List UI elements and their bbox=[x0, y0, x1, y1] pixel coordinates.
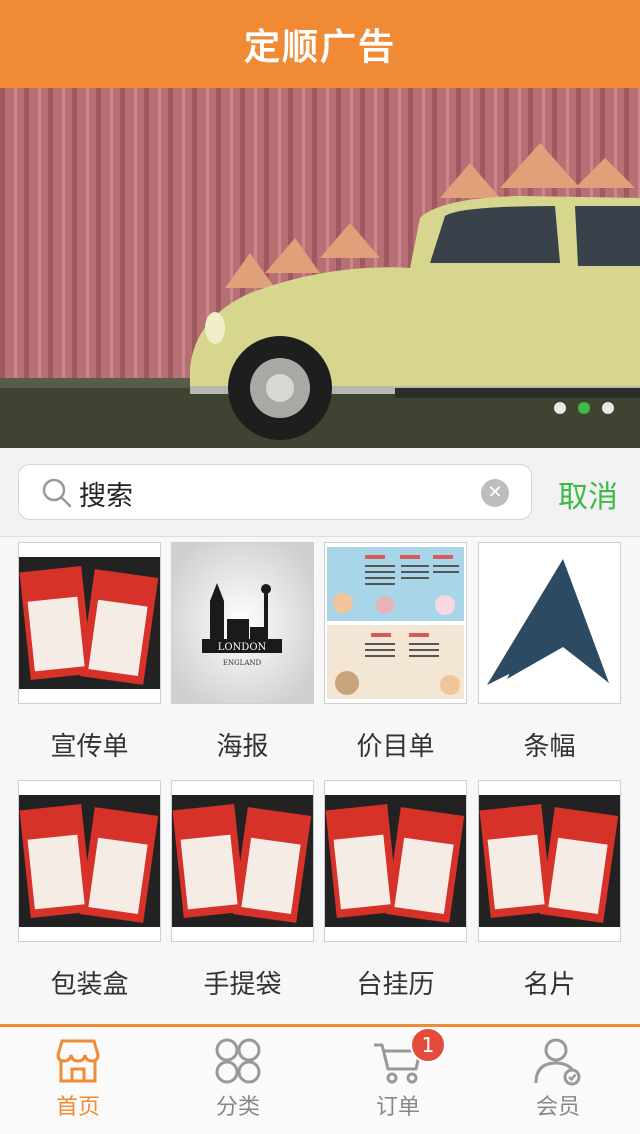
tab-member[interactable]: 会员 bbox=[508, 1035, 608, 1121]
carousel-dot[interactable] bbox=[602, 402, 614, 414]
carousel-dot[interactable] bbox=[554, 402, 566, 414]
category-label: 条幅 bbox=[523, 732, 576, 762]
flyer-thumbnail bbox=[18, 542, 161, 704]
tab-label: 订单 bbox=[375, 1095, 420, 1120]
poster-title-text: LONDON bbox=[218, 642, 267, 653]
banner-image bbox=[0, 88, 640, 448]
cancel-button[interactable]: 取消 bbox=[558, 472, 618, 516]
banner-arrow-thumbnail bbox=[478, 542, 621, 704]
flyer-thumbnail bbox=[324, 780, 467, 942]
poster-thumbnail: LONDON ENGLAND bbox=[171, 542, 314, 704]
tab-category[interactable]: 分类 bbox=[188, 1035, 288, 1121]
category-item-price-list[interactable]: 价目单 bbox=[324, 542, 467, 763]
category-item-banner[interactable]: 条幅 bbox=[478, 542, 621, 763]
category-item-calendar[interactable]: 台挂历 bbox=[324, 780, 467, 1001]
page-title: 定顺广告 bbox=[243, 27, 396, 68]
category-label: 包装盒 bbox=[50, 970, 129, 1000]
carousel-indicator bbox=[554, 402, 614, 414]
tab-orders[interactable]: 1 订单 bbox=[348, 1027, 448, 1121]
flyer-thumbnail bbox=[171, 780, 314, 942]
poster-subtitle-text: ENGLAND bbox=[223, 659, 262, 667]
tab-label: 会员 bbox=[535, 1095, 580, 1120]
tab-label: 首页 bbox=[55, 1095, 100, 1120]
carousel-dot-active[interactable] bbox=[578, 402, 590, 414]
category-icon bbox=[215, 1038, 261, 1084]
clear-icon[interactable]: ✕ bbox=[481, 479, 509, 507]
app-header: 定顺广告 bbox=[0, 0, 640, 88]
search-icon bbox=[42, 478, 72, 508]
price-list-thumbnail bbox=[324, 542, 467, 704]
flyer-thumbnail bbox=[478, 780, 621, 942]
category-label: 手提袋 bbox=[203, 970, 282, 1000]
category-label: 海报 bbox=[216, 732, 269, 762]
category-item-business-card[interactable]: 名片 bbox=[478, 780, 621, 1001]
tab-label: 分类 bbox=[215, 1095, 260, 1120]
category-label: 台挂历 bbox=[356, 970, 435, 1000]
tab-home[interactable]: 首页 bbox=[28, 1035, 128, 1121]
category-item-packaging-box[interactable]: 包装盒 bbox=[18, 780, 161, 1001]
category-item-poster[interactable]: LONDON ENGLAND 海报 bbox=[171, 542, 314, 763]
order-count-badge: 1 bbox=[410, 1027, 446, 1063]
search-box[interactable]: ✕ bbox=[18, 464, 532, 520]
category-label: 宣传单 bbox=[50, 732, 129, 762]
category-item-flyer[interactable]: 宣传单 bbox=[18, 542, 161, 763]
category-item-handbag[interactable]: 手提袋 bbox=[171, 780, 314, 1001]
store-icon bbox=[56, 1039, 100, 1083]
user-icon bbox=[534, 1038, 581, 1086]
category-label: 价目单 bbox=[356, 732, 435, 762]
search-input[interactable] bbox=[79, 473, 479, 513]
bottom-tab-bar: 首页 分类 1 订单 会员 bbox=[0, 1024, 640, 1134]
flyer-thumbnail bbox=[18, 780, 161, 942]
search-bar: ✕ 取消 bbox=[0, 448, 640, 537]
banner-carousel[interactable] bbox=[0, 88, 640, 448]
category-label: 名片 bbox=[523, 970, 576, 1000]
